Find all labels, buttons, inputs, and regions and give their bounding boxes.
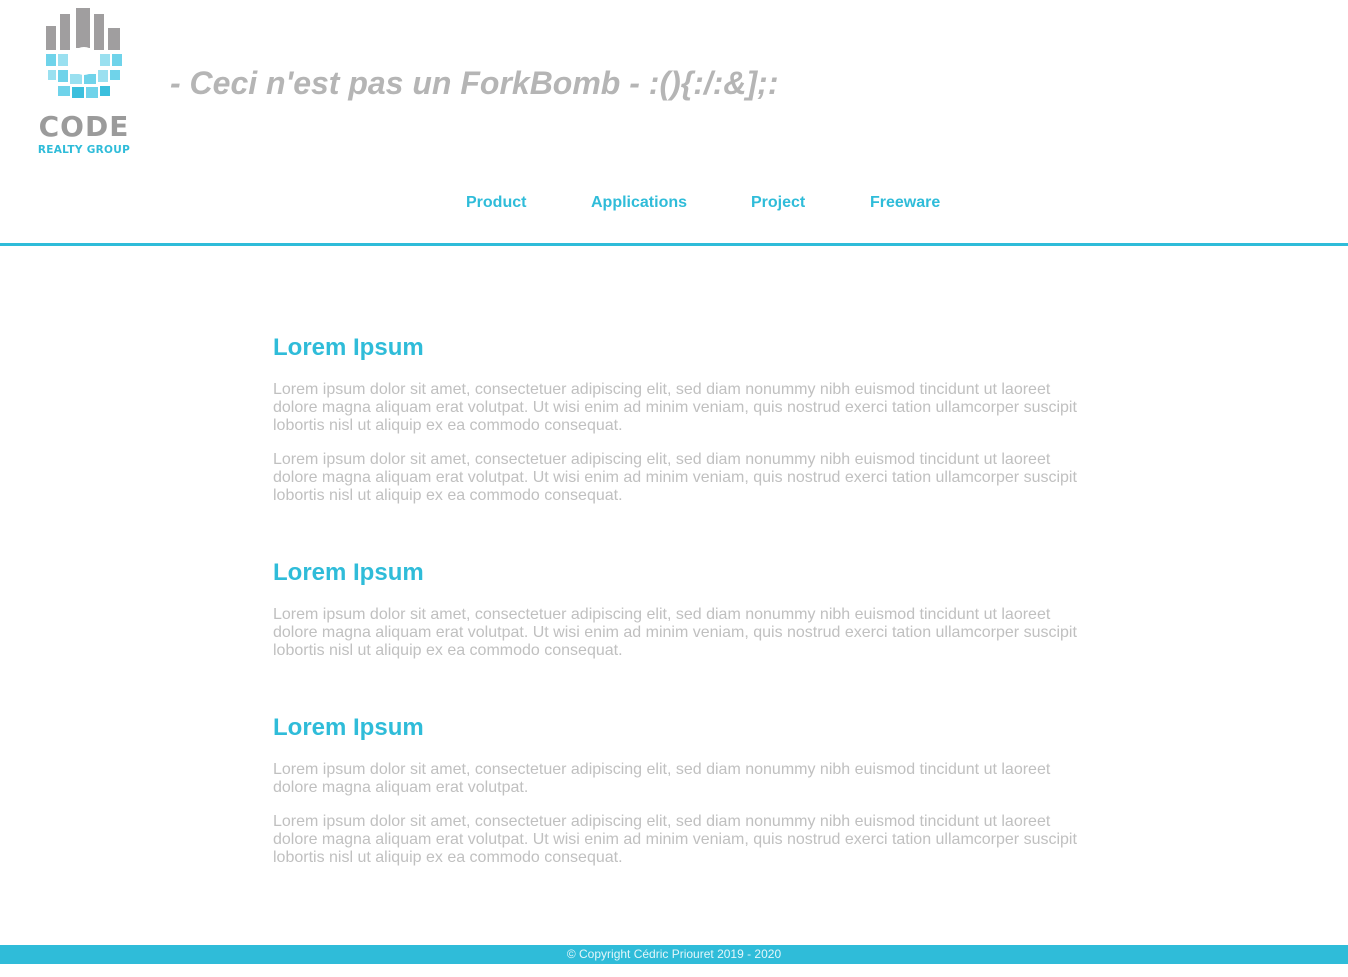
logo[interactable]: CODE REALTY GROUP: [36, 6, 132, 158]
section-title: Lorem Ipsum: [273, 714, 424, 741]
content-section: Lorem Ipsum Lorem ipsum dolor sit amet, …: [273, 559, 1088, 660]
section-paragraph: Lorem ipsum dolor sit amet, consectetuer…: [273, 813, 1077, 866]
section-paragraph: Lorem ipsum dolor sit amet, consectetuer…: [273, 761, 1051, 796]
site-header: CODE REALTY GROUP - Ceci n'est pas un Fo…: [0, 0, 1348, 246]
content-section: Lorem Ipsum Lorem ipsum dolor sit amet, …: [273, 714, 1088, 867]
section-title: Lorem Ipsum: [273, 559, 424, 586]
site-footer: © Copyright Cédric Priouret 2019 - 2020: [0, 945, 1348, 964]
nav-link-applications[interactable]: Applications: [591, 192, 687, 214]
main-nav: Product Applications Project Freeware: [0, 192, 1348, 216]
nav-link-freeware[interactable]: Freeware: [870, 192, 940, 214]
logo-wordmark: CODE: [38, 110, 130, 143]
nav-link-project[interactable]: Project: [751, 192, 805, 214]
section-title: Lorem Ipsum: [273, 334, 424, 361]
copyright-text: © Copyright Cédric Priouret 2019 - 2020: [566, 947, 782, 961]
content-section: Lorem Ipsum Lorem ipsum dolor sit amet, …: [273, 334, 1088, 505]
section-paragraph: Lorem ipsum dolor sit amet, consectetuer…: [273, 606, 1077, 659]
section-paragraph: Lorem ipsum dolor sit amet, consectetuer…: [273, 451, 1077, 504]
city-skyline-grid-logo-icon: [46, 8, 122, 98]
nav-link-product[interactable]: Product: [466, 192, 526, 214]
logo-subtitle: REALTY GROUP: [37, 144, 131, 156]
site-tagline: - Ceci n'est pas un ForkBomb - :(){:/:&]…: [170, 65, 779, 101]
page: CODE REALTY GROUP - Ceci n'est pas un Fo…: [0, 0, 1348, 977]
section-paragraph: Lorem ipsum dolor sit amet, consectetuer…: [273, 381, 1077, 434]
